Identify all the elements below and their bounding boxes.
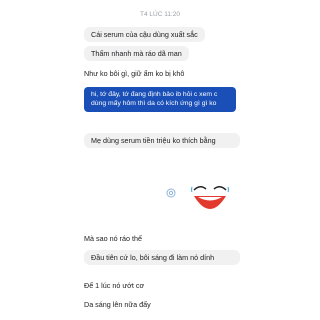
laughing-face-sticker	[188, 178, 232, 218]
message-bubble[interactable]: Da sáng lên nữa đấy	[84, 297, 151, 312]
chat-thread: T4 LÚC 11:20 Cái serum của cậu dùng xuất…	[0, 0, 320, 320]
message-timestamp: T4 LÚC 11:20	[140, 11, 180, 18]
message-bubble[interactable]: Thấm nhanh mà ráo dã man	[84, 46, 189, 61]
message-bubble[interactable]: Đầu tiên cứ lo, bôi sáng đi làm nó dính	[84, 250, 240, 265]
message-bubble[interactable]: Để 1 lúc nó ướt cơ	[84, 278, 144, 293]
message-bubble[interactable]: Cái serum của cậu dùng xuất sắc	[84, 27, 205, 42]
message-bubble[interactable]: Mà sao nó ráo thế	[84, 231, 142, 246]
message-bubble[interactable]: Mẹ dùng serum tiền triệu ko thích bằng	[84, 133, 240, 148]
message-bubble[interactable]: Như ko bôi gì, giữ ẩm ko bị khô	[84, 66, 184, 81]
sticker-reaction-icon[interactable]	[166, 188, 176, 198]
sticker-message[interactable]	[166, 170, 238, 220]
reply-bubble[interactable]: hi, tớ đây, tớ đang định bảo ib hỏi c xe…	[84, 87, 236, 112]
